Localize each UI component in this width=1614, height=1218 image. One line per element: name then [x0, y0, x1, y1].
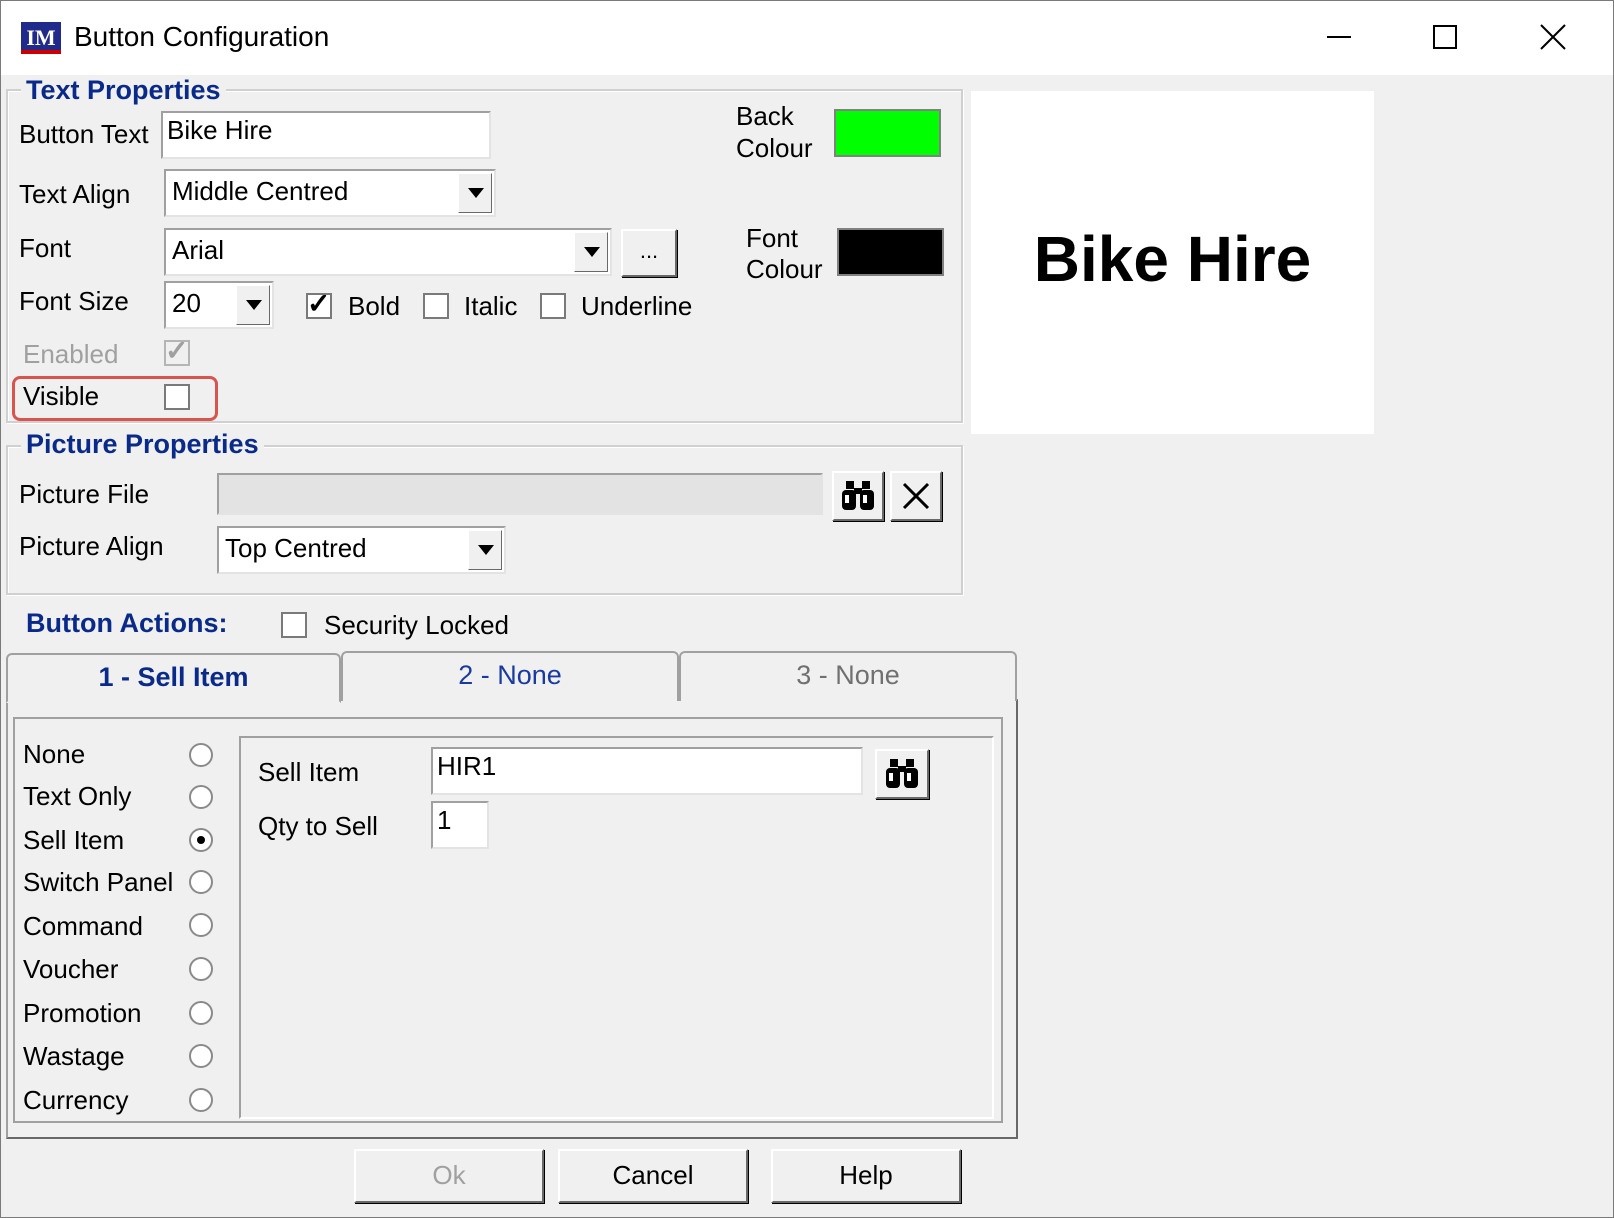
action-command-label: Command — [23, 911, 143, 941]
action-text-only-label: Text Only — [23, 781, 132, 811]
close-icon — [1540, 24, 1566, 50]
close-x-icon — [902, 482, 930, 510]
back-colour-label-1: Back — [736, 101, 794, 131]
visible-checkbox[interactable] — [164, 384, 190, 410]
picture-file-label: Picture File — [19, 479, 150, 509]
sell-item-browse-button[interactable] — [875, 749, 929, 799]
font-size-label: Font Size — [19, 286, 129, 316]
visible-label: Visible — [23, 381, 100, 411]
action-promotion-label: Promotion — [23, 998, 142, 1028]
binoculars-icon — [842, 481, 874, 510]
bold-label: Bold — [348, 291, 401, 321]
sell-item-input[interactable]: HIR1 — [431, 747, 863, 795]
enabled-label: Enabled — [23, 339, 119, 369]
cancel-button[interactable]: Cancel — [558, 1149, 748, 1203]
title-bar[interactable]: IM Button Configuration — [1, 1, 1613, 75]
action-wastage-radio[interactable] — [189, 1044, 213, 1068]
font-size-value: 20 — [172, 288, 201, 318]
security-locked-checkbox[interactable] — [281, 612, 307, 638]
security-locked-label: Security Locked — [324, 610, 509, 640]
action-currency-label: Currency — [23, 1085, 129, 1115]
action-none-label: None — [23, 739, 86, 769]
font-size-select[interactable]: 20 — [164, 281, 274, 329]
button-text-input[interactable]: Bike Hire — [161, 111, 491, 159]
text-align-value: Middle Centred — [172, 176, 349, 206]
button-text-label: Button Text — [19, 119, 149, 149]
sell-item-label: Sell Item — [258, 757, 360, 787]
font-colour-swatch[interactable] — [837, 228, 944, 276]
action-sell-item-radio[interactable] — [189, 828, 213, 852]
font-value: Arial — [172, 235, 225, 265]
button-preview: Bike Hire — [971, 91, 1374, 434]
chevron-down-icon[interactable] — [574, 232, 608, 272]
tab-2[interactable]: 2 - None — [341, 651, 679, 701]
picture-clear-button[interactable] — [890, 471, 942, 521]
action-promotion-radio[interactable] — [189, 1001, 213, 1025]
preview-text: Bike Hire — [1033, 223, 1312, 295]
picture-align-value: Top Centred — [225, 533, 367, 563]
chevron-down-icon[interactable] — [236, 285, 270, 325]
picture-file-input[interactable] — [217, 473, 823, 515]
maximize-button[interactable] — [1395, 11, 1495, 65]
italic-label: Italic — [464, 291, 518, 321]
enabled-checkbox: ✓ — [164, 335, 190, 366]
italic-checkbox[interactable] — [423, 293, 449, 319]
action-voucher-label: Voucher — [23, 954, 119, 984]
window-title: Button Configuration — [74, 21, 330, 52]
font-colour-label-1: Font — [746, 223, 799, 253]
minimize-icon — [1327, 36, 1351, 38]
font-colour-label-2: Colour — [746, 254, 823, 284]
action-currency-radio[interactable] — [189, 1088, 213, 1112]
text-align-select[interactable]: Middle Centred — [164, 169, 496, 217]
text-properties-title: Text Properties — [21, 75, 226, 106]
tab-1-active[interactable]: 1 - Sell Item — [6, 653, 341, 703]
button-actions-title: Button Actions: — [26, 608, 228, 638]
back-colour-swatch[interactable] — [834, 109, 941, 157]
app-icon: IM — [21, 22, 61, 54]
font-select[interactable]: Arial — [164, 228, 612, 276]
close-button[interactable] — [1503, 11, 1603, 65]
qty-to-sell-label: Qty to Sell — [258, 811, 378, 841]
back-colour-label-2: Colour — [736, 133, 813, 163]
help-button[interactable]: Help — [771, 1149, 961, 1203]
action-command-radio[interactable] — [189, 913, 213, 937]
action-switch-panel-radio[interactable] — [189, 870, 213, 894]
action-text-only-radio[interactable] — [189, 785, 213, 809]
text-align-label: Text Align — [19, 179, 131, 209]
check-icon: ✓ — [307, 288, 331, 319]
action-voucher-radio[interactable] — [189, 957, 213, 981]
button-configuration-window: IM Button Configuration Text Properties … — [0, 0, 1614, 1218]
picture-properties-title: Picture Properties — [21, 429, 264, 460]
chevron-down-icon[interactable] — [458, 173, 492, 213]
chevron-down-icon[interactable] — [468, 530, 502, 570]
ok-button[interactable]: Ok — [354, 1149, 544, 1203]
action-wastage-label: Wastage — [23, 1041, 125, 1071]
action-switch-panel-label: Switch Panel — [23, 867, 174, 897]
maximize-icon — [1433, 25, 1457, 49]
bold-checkbox[interactable]: ✓ — [306, 288, 332, 319]
action-none-radio[interactable] — [189, 743, 213, 767]
binoculars-icon — [886, 759, 918, 788]
underline-label: Underline — [581, 291, 693, 321]
picture-align-label: Picture Align — [19, 531, 164, 561]
picture-align-select[interactable]: Top Centred — [217, 526, 506, 574]
check-icon: ✓ — [165, 335, 189, 366]
qty-to-sell-input[interactable]: 1 — [431, 801, 489, 849]
underline-checkbox[interactable] — [540, 293, 566, 319]
font-browse-button[interactable]: ... — [621, 229, 677, 277]
tab-3[interactable]: 3 - None — [679, 651, 1017, 701]
picture-browse-button[interactable] — [832, 471, 884, 521]
font-label: Font — [19, 233, 72, 263]
minimize-button[interactable] — [1289, 11, 1389, 65]
action-sell-item-label: Sell Item — [23, 825, 125, 855]
